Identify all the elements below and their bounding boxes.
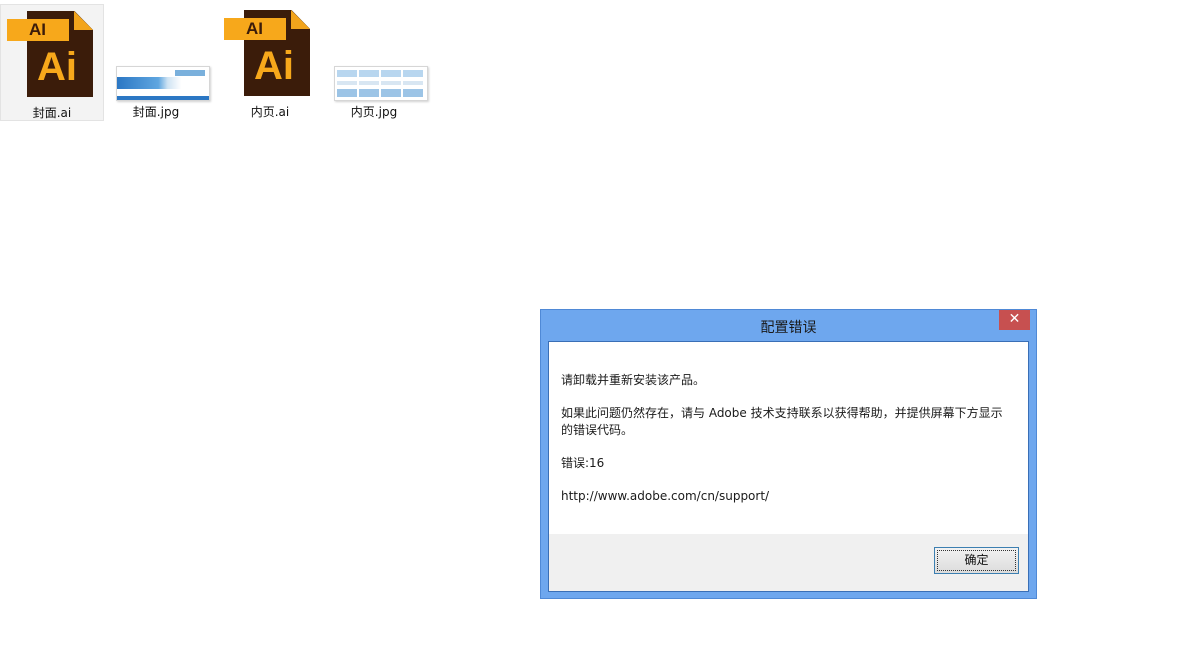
dialog-message: 请卸载并重新安装该产品。 如果此问题仍然存在，请与 Adobe 技术支持联系以获…	[561, 372, 1011, 521]
message-line-support: 如果此问题仍然存在，请与 Adobe 技术支持联系以获得帮助，并提供屏幕下方显示…	[561, 406, 1003, 437]
file-name: 封面.ai	[32, 106, 72, 120]
ok-button[interactable]: 确定	[934, 547, 1019, 574]
file-inner-jpg[interactable]: 内页.jpg	[322, 4, 428, 121]
illustrator-file-icon: AI Ai	[7, 9, 95, 99]
dialog-body: 请卸载并重新安装该产品。 如果此问题仍然存在，请与 Adobe 技术支持联系以获…	[548, 341, 1029, 592]
file-name: 内页.jpg	[350, 105, 398, 119]
dialog-title: 配置错误	[760, 320, 817, 336]
dialog-titlebar[interactable]: 配置错误 ✕	[541, 310, 1036, 340]
image-thumbnail	[334, 66, 428, 101]
error-code: 错误:16	[561, 456, 605, 470]
file-cover-jpg[interactable]: 封面.jpg	[104, 4, 210, 121]
support-url: http://www.adobe.com/cn/support/	[561, 489, 770, 503]
file-cover-ai[interactable]: AI Ai 封面.ai	[0, 4, 104, 121]
file-name: 内页.ai	[250, 105, 290, 119]
dialog-footer: 确定	[549, 534, 1028, 591]
message-line-reinstall: 请卸载并重新安装该产品。	[561, 373, 706, 387]
close-button[interactable]: ✕	[999, 310, 1030, 330]
config-error-dialog: 配置错误 ✕ 请卸载并重新安装该产品。 如果此问题仍然存在，请与 Adobe 技…	[540, 309, 1037, 599]
file-name: 封面.jpg	[132, 105, 180, 119]
illustrator-file-icon: AI Ai	[224, 8, 312, 98]
image-thumbnail	[116, 66, 210, 101]
file-inner-ai[interactable]: AI Ai 内页.ai	[218, 4, 322, 121]
desktop: AI Ai 封面.ai 封面.jpg AI Ai 内页.ai 内页.jpg 配置…	[0, 0, 1190, 669]
